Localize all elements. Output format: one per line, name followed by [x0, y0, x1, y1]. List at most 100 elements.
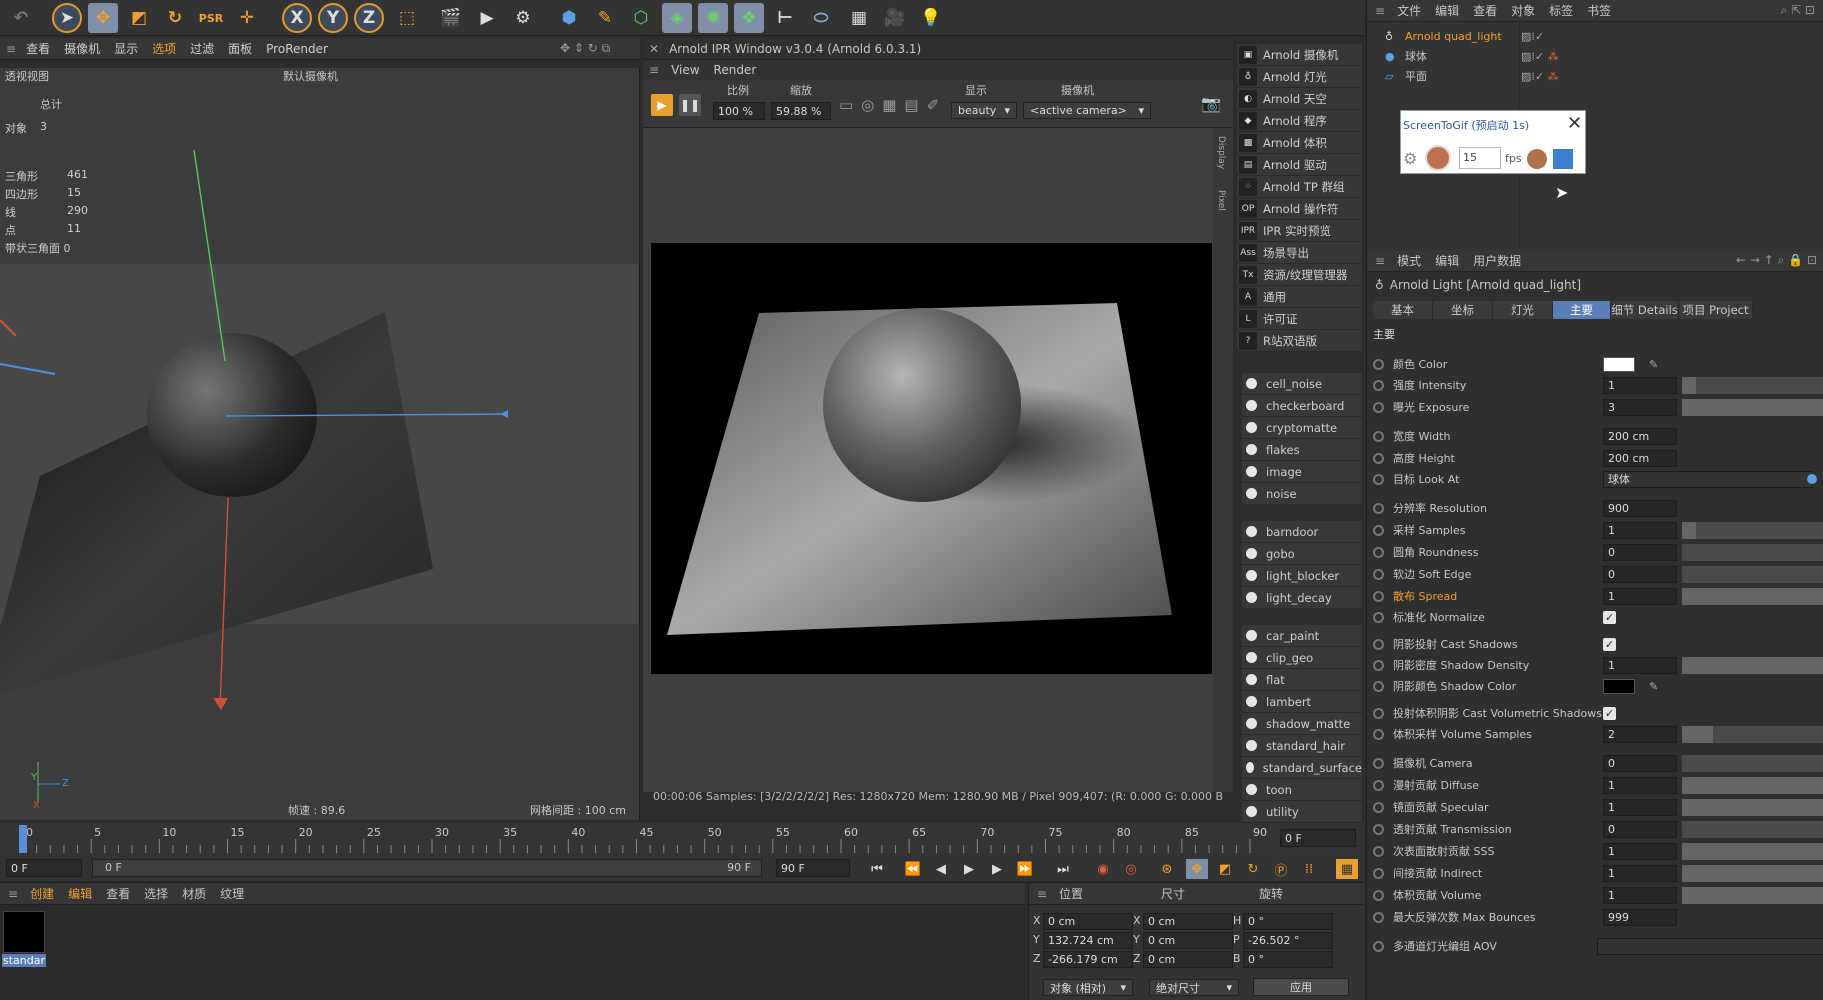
attribute-row[interactable]: 间接贡献 Indirect 1: [1373, 863, 1823, 883]
object-row-quad-light[interactable]: ♁ Arnold quad_light ▨⁞✓: [1367, 26, 1823, 46]
shader-item[interactable]: standard_surface: [1242, 757, 1362, 779]
attribute-row[interactable]: 目标 Look At 球体: [1373, 469, 1823, 489]
attribute-row[interactable]: 体积贡献 Volume 1: [1373, 885, 1823, 905]
attribute-value-field[interactable]: 200 cm: [1603, 449, 1677, 467]
ipr-scale-input[interactable]: 100 %: [713, 102, 765, 120]
select-tool-icon[interactable]: ➤: [52, 3, 82, 33]
shader-item[interactable]: standard_hair: [1242, 735, 1362, 757]
attribute-value-field[interactable]: 1: [1603, 842, 1677, 860]
shader-item[interactable]: flat: [1242, 669, 1362, 691]
om-menu-bookmarks[interactable]: 书签: [1587, 2, 1611, 19]
animate-radio-icon[interactable]: [1373, 430, 1384, 442]
current-frame-field[interactable]: 0 F: [1280, 829, 1356, 847]
arnold-shelf-item[interactable]: L 许可证: [1237, 308, 1362, 330]
attribute-row[interactable]: 多通道灯光编组 AOV: [1373, 936, 1823, 956]
end-frame-field[interactable]: 90 F: [776, 859, 850, 877]
animate-radio-icon[interactable]: [1373, 452, 1384, 464]
arnold-shelf-item[interactable]: ⁘ Arnold TP 群组: [1237, 176, 1362, 198]
animate-radio-icon[interactable]: [1373, 473, 1384, 485]
mm-menu-view[interactable]: 查看: [106, 885, 130, 902]
attribute-row[interactable]: 散布 Spread 1: [1373, 586, 1823, 606]
attribute-value-field[interactable]: 1: [1603, 376, 1677, 394]
attribute-slider[interactable]: [1682, 376, 1823, 394]
eyedropper-icon[interactable]: ✎: [1649, 358, 1658, 371]
animate-radio-icon[interactable]: [1373, 867, 1384, 879]
attribute-row[interactable]: 圆角 Roundness 0: [1373, 542, 1823, 562]
render-region-icon[interactable]: 🎬: [436, 3, 466, 33]
cube-object-icon[interactable]: ⬢: [554, 3, 584, 33]
eyedropper-icon[interactable]: ✎: [1649, 680, 1658, 693]
attribute-slider[interactable]: [1682, 543, 1823, 561]
attribute-tab[interactable]: 细节 Details: [1611, 301, 1679, 319]
render-settings-icon[interactable]: ⚙: [508, 3, 538, 33]
mm-menu-select[interactable]: 选择: [144, 885, 168, 902]
attribute-value-field[interactable]: 0: [1603, 543, 1677, 561]
attribute-checkbox[interactable]: ✓: [1603, 706, 1616, 720]
arnold-shelf-item[interactable]: OP Arnold 操作符: [1237, 198, 1362, 220]
attribute-tab[interactable]: 基本: [1373, 301, 1433, 319]
attribute-row[interactable]: 软边 Soft Edge 0: [1373, 564, 1823, 584]
viewport-menu-options[interactable]: 选项: [152, 40, 176, 57]
animate-radio-icon[interactable]: [1373, 611, 1384, 623]
animate-radio-icon[interactable]: [1373, 823, 1384, 835]
attribute-slider[interactable]: [1682, 725, 1823, 743]
link-target-icon[interactable]: [1807, 474, 1817, 484]
shader-item[interactable]: image: [1242, 461, 1362, 483]
axis-x-lock[interactable]: X: [282, 3, 312, 33]
timeline[interactable]: 0 5 10 15 20 25 30 35 40 45 50 55 60 65 70 75 80 85 90 0 F: [0, 823, 1364, 855]
attribute-slider[interactable]: [1682, 398, 1823, 416]
ipr-snapshot-icon[interactable]: 📷: [1201, 94, 1221, 113]
viewport-menu-panel[interactable]: 面板: [228, 40, 252, 57]
viewport-menu-display[interactable]: 显示: [114, 40, 138, 57]
mm-menu-handle-icon[interactable]: ≡: [8, 887, 18, 901]
viewport-menu-filter[interactable]: 过滤: [190, 40, 214, 57]
object-row-plane[interactable]: ▱ 平面 ▨⁞✓ ⁂: [1367, 66, 1823, 86]
am-menu-userdata[interactable]: 用户数据: [1473, 252, 1521, 269]
shader-item[interactable]: barndoor: [1242, 521, 1362, 543]
am-menu-handle-icon[interactable]: ≡: [1375, 254, 1385, 268]
psr-tool-icon[interactable]: PSR: [196, 3, 226, 33]
undo-icon[interactable]: ↶: [6, 3, 36, 33]
am-menu-mode[interactable]: 模式: [1397, 252, 1421, 269]
animate-radio-icon[interactable]: [1373, 707, 1384, 719]
animate-radio-icon[interactable]: [1373, 379, 1384, 391]
shader-item[interactable]: light_blocker: [1242, 565, 1362, 587]
viewport-menu-camera[interactable]: 摄像机: [64, 40, 100, 57]
axis-z-lock[interactable]: Z: [354, 3, 384, 33]
attribute-value-field[interactable]: 0: [1603, 754, 1677, 772]
start-frame-field[interactable]: 0 F: [6, 859, 82, 877]
coord-rot-field[interactable]: -26.502 °: [1243, 932, 1333, 949]
coord-size-field[interactable]: 0 cm: [1143, 913, 1233, 930]
attribute-row[interactable]: 宽度 Width 200 cm: [1373, 426, 1823, 446]
attribute-row[interactable]: 最大反弹次数 Max Bounces 999: [1373, 907, 1823, 927]
attribute-slider[interactable]: [1682, 587, 1823, 605]
prev-key-icon[interactable]: ⏪: [902, 859, 924, 879]
rotate-tool-icon[interactable]: ↻: [160, 3, 190, 33]
stg-fps-input[interactable]: 15: [1459, 147, 1501, 169]
attribute-row[interactable]: 体积采样 Volume Samples 2: [1373, 724, 1823, 744]
animate-radio-icon[interactable]: [1373, 659, 1384, 671]
om-search-icon[interactable]: ⌕ ⇱ ⊡: [1781, 3, 1815, 18]
coord-size-field[interactable]: 0 cm: [1143, 951, 1233, 968]
play-icon[interactable]: ▶: [958, 859, 980, 879]
axis-y-lock[interactable]: Y: [318, 3, 348, 33]
prev-frame-icon[interactable]: ◀: [930, 859, 952, 879]
attribute-value-field[interactable]: 3: [1603, 398, 1677, 416]
stg-stop-button[interactable]: [1553, 149, 1573, 169]
attribute-row[interactable]: 标准化 Normalize ✓: [1373, 607, 1823, 627]
cm-menu-handle-icon[interactable]: ≡: [1037, 887, 1047, 901]
attribute-value-field[interactable]: 0: [1603, 820, 1677, 838]
coord-rot-field[interactable]: 0 °: [1243, 951, 1333, 968]
attribute-row[interactable]: 阴影密度 Shadow Density 1: [1373, 655, 1823, 675]
key-move-icon[interactable]: ✥: [1186, 859, 1208, 879]
playhead[interactable]: [19, 825, 27, 853]
arnold-shelf-item[interactable]: A 通用: [1237, 286, 1362, 308]
coordinate-system-icon[interactable]: ⬚: [392, 3, 422, 33]
arnold-shelf-item[interactable]: ♁ Arnold 灯光: [1237, 66, 1362, 88]
animate-radio-icon[interactable]: [1373, 524, 1384, 536]
animate-radio-icon[interactable]: [1373, 680, 1384, 692]
material-thumbnail[interactable]: [3, 911, 45, 953]
attribute-row[interactable]: 摄像机 Camera 0: [1373, 753, 1823, 773]
viewport-nav-icons[interactable]: ✥ ⇕ ↻ ⧉: [560, 41, 610, 56]
animate-radio-icon[interactable]: [1373, 728, 1384, 740]
